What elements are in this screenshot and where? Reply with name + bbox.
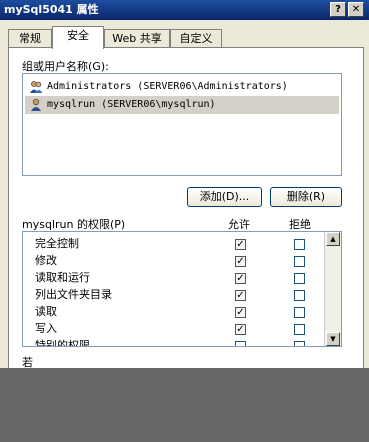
user-group-icon — [30, 81, 43, 93]
allow-header: 允许 — [228, 218, 250, 231]
tab-general[interactable]: 常规 — [8, 29, 52, 48]
groups-label: 组或用户名称(G): — [22, 60, 109, 73]
deny-checkbox[interactable] — [294, 307, 305, 318]
permission-row-read-execute: 读取和运行 — [35, 269, 325, 286]
permission-name: 读取 — [35, 305, 57, 318]
permission-name: 修改 — [35, 254, 57, 267]
deny-checkbox[interactable] — [294, 256, 305, 267]
permission-row-modify: 修改 — [35, 252, 325, 269]
allow-checkbox[interactable]: ✓ — [235, 324, 246, 335]
close-button[interactable]: ✕ — [348, 2, 364, 17]
user-name: mysqlrun (SERVER06\mysqlrun) — [47, 99, 216, 110]
tab-custom[interactable]: 自定义 — [170, 29, 222, 48]
scroll-down-icon[interactable]: ▼ — [326, 332, 340, 346]
add-button[interactable]: 添加(D)... — [187, 187, 262, 207]
permission-name: 完全控制 — [35, 237, 79, 250]
deny-checkbox[interactable] — [294, 324, 305, 335]
permissions-scrollbar[interactable]: ▲ ▼ — [324, 232, 341, 346]
scroll-up-icon[interactable]: ▲ — [326, 232, 340, 246]
help-button[interactable]: ? — [330, 2, 346, 17]
deny-checkbox[interactable] — [294, 273, 305, 284]
user-list[interactable]: Administrators (SERVER06\Administrators)… — [22, 73, 342, 176]
title-bar: mySql5041 属性 ? ✕ — [0, 0, 369, 20]
permission-row-read: 读取 — [35, 303, 325, 320]
tab-security[interactable]: 安全 — [52, 26, 104, 49]
user-name: Administrators (SERVER06\Administrators) — [47, 81, 288, 92]
permission-row-write: 写入 — [35, 320, 325, 337]
permission-row-list-folder: 列出文件夹目录 — [35, 286, 325, 303]
deny-checkbox[interactable] — [294, 341, 305, 346]
allow-checkbox[interactable]: ✓ — [235, 273, 246, 284]
tab-web-sharing[interactable]: Web 共享 — [104, 29, 170, 48]
permissions-label: mysqlrun 的权限(P) — [22, 218, 126, 231]
deny-checkbox[interactable] — [294, 239, 305, 250]
tab-strip: 常规 安全 Web 共享 自定义 — [8, 26, 363, 49]
user-row-mysqlrun[interactable]: mysqlrun (SERVER06\mysqlrun) — [25, 96, 339, 114]
allow-checkbox[interactable]: ✓ — [235, 290, 246, 301]
permission-name: 写入 — [35, 322, 57, 335]
allow-checkbox[interactable] — [235, 341, 246, 346]
permission-name: 读取和运行 — [35, 271, 90, 284]
user-icon — [31, 98, 41, 111]
allow-checkbox[interactable]: ✓ — [235, 239, 246, 250]
permission-name: 特别的权限 — [35, 339, 90, 347]
allow-checkbox[interactable]: ✓ — [235, 307, 246, 318]
permission-row-special: 特别的权限 — [35, 337, 325, 347]
permissions-list: 完全控制 ✓ 修改 ✓ 读取和运行 ✓ 列出文件夹目录 ✓ 读取 ✓ 写入 ✓ … — [22, 231, 342, 347]
remove-button[interactable]: 删除(R) — [270, 187, 342, 207]
allow-checkbox[interactable]: ✓ — [235, 256, 246, 267]
permission-row-full-control: 完全控制 — [35, 235, 325, 252]
user-row-administrators[interactable]: Administrators (SERVER06\Administrators) — [25, 78, 339, 96]
deny-checkbox[interactable] — [294, 290, 305, 301]
permission-name: 列出文件夹目录 — [35, 288, 112, 301]
deny-header: 拒绝 — [289, 218, 311, 231]
gray-overlay — [0, 368, 369, 442]
window-title: mySql5041 属性 — [4, 3, 99, 16]
